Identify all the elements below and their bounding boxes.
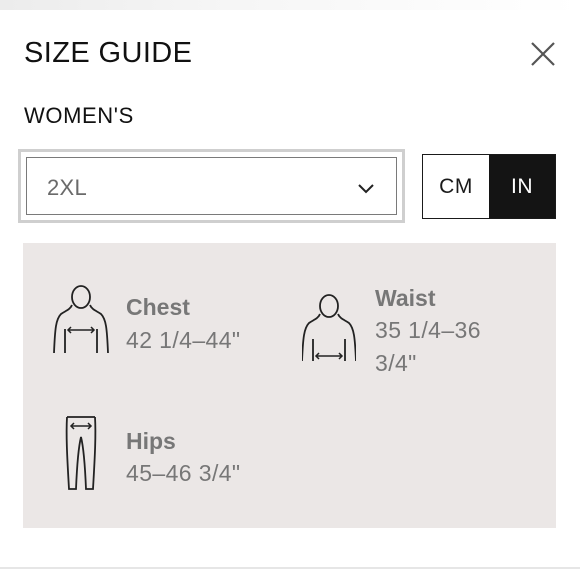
hips-measure-icon (63, 415, 99, 491)
measurements-panel: Chest 42 1/4–44" Waist 35 1/4–36 3/4" Hi… (23, 243, 556, 528)
section-title: WOMEN'S (24, 103, 134, 128)
measurement-value: 35 1/4–36 3/4" (375, 317, 481, 376)
top-shade (0, 0, 580, 10)
size-select[interactable]: 2XL (18, 149, 405, 223)
measurement-label: Chest (126, 294, 190, 320)
chevron-down-icon (356, 178, 376, 198)
chest-measure-icon (53, 283, 109, 355)
waist-measure-icon (302, 293, 356, 363)
divider (0, 567, 580, 569)
size-select-box[interactable]: 2XL (26, 157, 397, 215)
modal-title: SIZE GUIDE (24, 37, 193, 69)
unit-cm-button[interactable]: CM (423, 155, 489, 218)
measurement-label: Hips (126, 428, 176, 454)
unit-in-button[interactable]: IN (489, 155, 555, 218)
measurement-value: 42 1/4–44" (126, 327, 241, 353)
close-icon (531, 42, 555, 66)
measurement-value: 45–46 3/4" (126, 460, 241, 486)
unit-toggle: CM IN (422, 154, 556, 219)
close-button[interactable] (527, 38, 559, 70)
size-select-value: 2XL (47, 175, 88, 200)
measurement-label: Waist (375, 285, 436, 311)
